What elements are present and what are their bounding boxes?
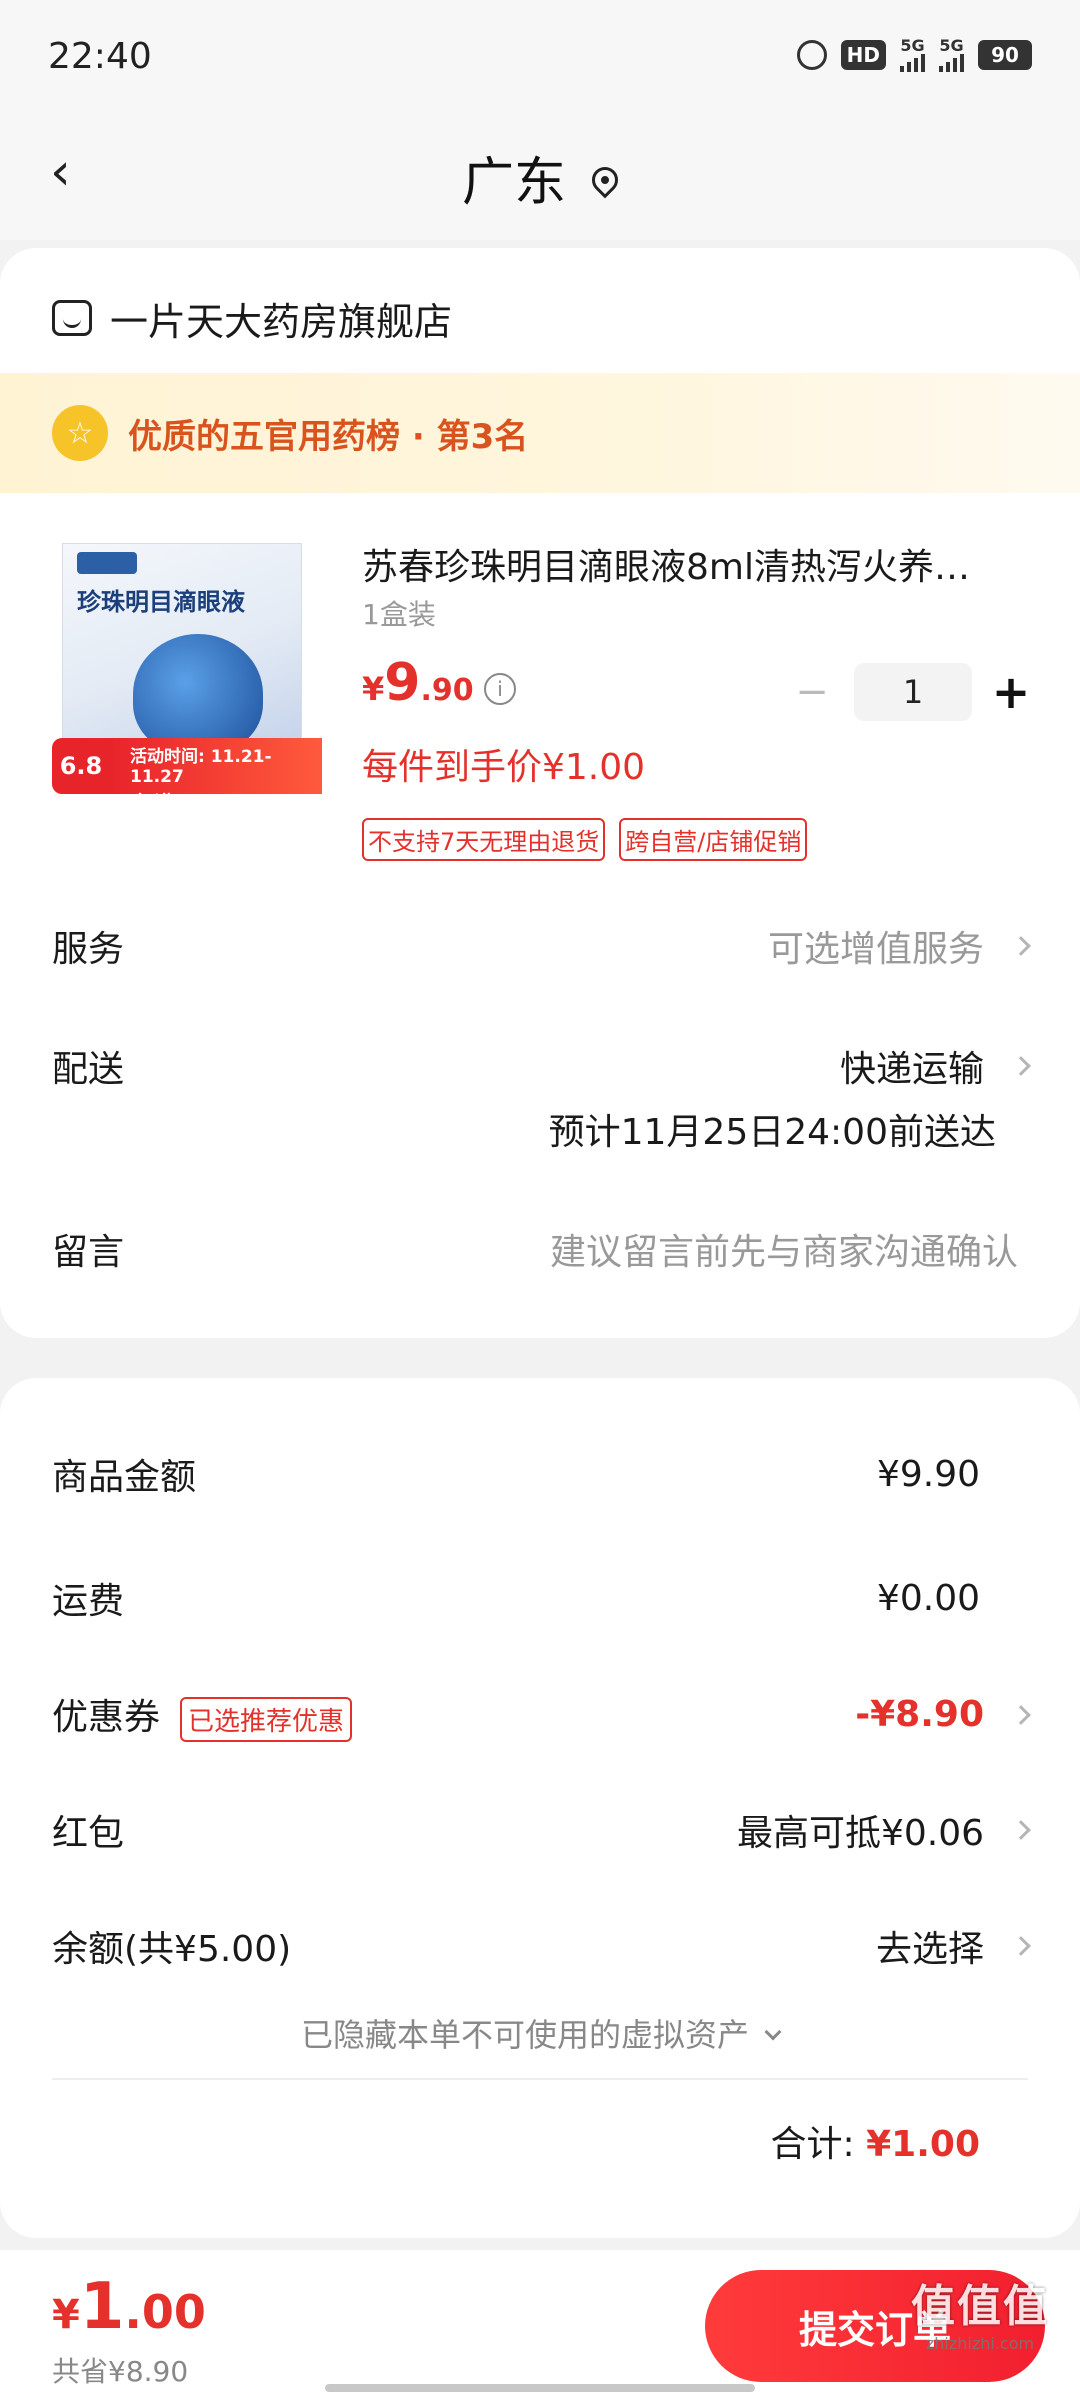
box-title: 珍珠明目滴眼液	[77, 588, 245, 616]
header: ‹ 广东	[0, 110, 1080, 240]
summary-card: 商品金额 ¥9.90 运费 ¥0.00 优惠券 已选推荐优惠 -¥8.90 红包 …	[0, 1378, 1080, 2238]
chevron-down-icon	[764, 2023, 782, 2041]
watermark: 值值值 zhizhizhi.com	[911, 2281, 1049, 2353]
product-name[interactable]: 苏春珍珠明目滴眼液8ml清热泻火养…	[362, 538, 1022, 590]
brand-logo	[77, 552, 137, 574]
store-name: 一片天大药房旗舰店	[110, 299, 453, 344]
signal-icon: 5G	[900, 38, 925, 72]
message-input[interactable]: 建议留言前先与商家沟通确认	[550, 1223, 1018, 1275]
store-row[interactable]: 一片天大药房旗舰店	[52, 288, 452, 348]
payable-price: ¥1.00	[52, 2270, 206, 2344]
info-icon[interactable]: i	[484, 673, 516, 705]
order-card: 一片天大药房旗舰店 ☆ 优质的五官用药榜 · 第3名 珍珠明目滴眼液 6.8 活…	[0, 248, 1080, 1338]
rank-banner[interactable]: ☆ 优质的五官用药榜 · 第3名	[0, 373, 1080, 493]
product-tags: 不支持7天无理由退货 跨自营/店铺促销	[362, 818, 808, 861]
product-box: 珍珠明目滴眼液	[62, 543, 302, 754]
goods-amount-row: 商品金额 ¥9.90	[52, 1453, 980, 1499]
increase-button[interactable]: +	[986, 664, 1036, 720]
product-price: ¥9.90	[362, 653, 474, 713]
hidden-assets-toggle[interactable]: 已隐藏本单不可使用的虚拟资产	[0, 2010, 1080, 2056]
promo-badge: 6.8 活动时间: 11.21-11.27 每满200-30	[52, 738, 322, 815]
delivery-row[interactable]: 配送 快递运输	[52, 1040, 1031, 1092]
balance-row[interactable]: 余额(共¥5.00) 去选择	[52, 1920, 1031, 1972]
rank-text: 优质的五官用药榜 · 第3名	[128, 416, 529, 457]
coupon-tag: 已选推荐优惠	[180, 1696, 353, 1742]
location-pin-icon	[586, 161, 624, 199]
product-image[interactable]: 珍珠明目滴眼液 6.8 活动时间: 11.21-11.27 每满200-30	[52, 533, 322, 815]
product-spec: 1盒装	[362, 598, 436, 631]
region-label: 广东	[461, 153, 566, 213]
service-label: 服务	[52, 929, 125, 970]
saved-amount: 共省¥8.90	[52, 2355, 189, 2388]
chevron-right-icon	[1011, 1820, 1031, 1840]
service-row[interactable]: 服务 可选增值服务	[52, 920, 1031, 972]
total-row: 合计: ¥1.00	[770, 2124, 980, 2165]
home-indicator[interactable]	[325, 2384, 755, 2392]
badge-price: 6.8	[52, 738, 110, 794]
quantity-field[interactable]: 1	[854, 663, 972, 721]
store-icon	[52, 300, 92, 336]
each-price: 每件到手价¥1.00	[362, 747, 646, 788]
quantity-stepper: − 1 +	[790, 663, 1036, 721]
page-title[interactable]: 广东	[0, 140, 1080, 215]
trophy-icon: ☆	[52, 405, 108, 461]
chevron-right-icon	[1011, 936, 1031, 956]
badge-band: 活动时间: 11.21-11.27 每满200-30	[110, 738, 322, 815]
delivery-label: 配送	[52, 1049, 125, 1090]
service-value: 可选增值服务	[768, 920, 1031, 972]
hd-icon: HD	[840, 40, 886, 70]
redpacket-row[interactable]: 红包 最高可抵¥0.06	[52, 1804, 1031, 1856]
divider	[52, 2078, 1028, 2080]
chevron-right-icon	[1011, 1936, 1031, 1956]
status-time: 22:40	[48, 36, 152, 77]
chevron-right-icon	[1011, 1056, 1031, 1076]
message-row: 留言 建议留言前先与商家沟通确认	[52, 1223, 1028, 1275]
coupon-row[interactable]: 优惠券 已选推荐优惠 -¥8.90	[52, 1688, 1031, 1742]
decrease-button[interactable]: −	[790, 664, 834, 720]
status-bar: 22:40 HD 5G 5G 90	[0, 0, 1080, 110]
shipping-row: 运费 ¥0.00	[52, 1577, 980, 1623]
delivery-value: 快递运输	[840, 1040, 1031, 1092]
tag-promo: 跨自营/店铺促销	[619, 818, 808, 861]
status-icons: HD 5G 5G 90	[796, 38, 1032, 72]
battery-icon: 90	[978, 40, 1032, 70]
message-label: 留言	[52, 1232, 125, 1273]
delivery-eta: 预计11月25日24:00前送达	[548, 1112, 996, 1153]
tag-no-return: 不支持7天无理由退货	[362, 818, 606, 861]
drop-graphic	[133, 634, 263, 754]
signal-icon-2: 5G	[939, 38, 964, 72]
alarm-icon	[796, 40, 827, 70]
chevron-right-icon	[1011, 1704, 1031, 1725]
